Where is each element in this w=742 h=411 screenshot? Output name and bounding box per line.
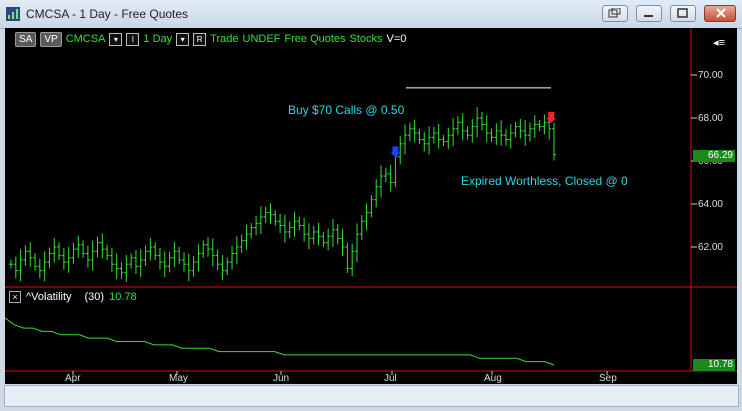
month-label-jul: Jul <box>384 373 397 384</box>
minimize-icon <box>644 15 653 17</box>
buy-annotation[interactable]: Buy $70 Calls @ 0.50 <box>288 103 404 117</box>
volatility-last-marker: 10.78 <box>693 359 735 371</box>
status-frame <box>4 385 739 407</box>
mode-label: Trade <box>210 33 239 45</box>
window-title: CMCSA - 1 Day - Free Quotes <box>26 7 189 21</box>
restore-button[interactable] <box>602 5 628 22</box>
expired-annotation[interactable]: Expired Worthless, Closed @ 0 <box>461 174 628 188</box>
month-label-sep: Sep <box>599 373 617 384</box>
month-label-jun: Jun <box>273 373 290 384</box>
price-label-68: 68.00 <box>697 113 723 124</box>
indicator-close-icon[interactable]: × <box>9 291 21 303</box>
title-bar: CMCSA - 1 Day - Free Quotes <box>0 0 742 29</box>
volatility-line <box>5 317 555 366</box>
sa-button[interactable]: SA <box>15 31 37 47</box>
minimize-button[interactable] <box>636 5 662 22</box>
price-label-70: 70.00 <box>697 70 723 81</box>
interval-label[interactable]: 1 Day <box>143 33 172 45</box>
period-button[interactable]: I <box>126 32 140 46</box>
interval-dropdown-icon[interactable]: ▾ <box>176 32 190 46</box>
price-label-62: 62.00 <box>697 242 723 253</box>
chart-area[interactable]: SA VP CMCSA ▾ I 1 Day ▾ R Trade UNDEF Fr… <box>5 28 737 384</box>
app-icon <box>6 7 20 21</box>
sell-arrow-icon <box>546 112 557 123</box>
indicator-header: × ^Volatility (30) 10.78 <box>9 291 137 303</box>
maximize-button[interactable] <box>670 5 696 22</box>
price-chart[interactable] <box>5 28 737 384</box>
type-label: Stocks <box>349 33 383 45</box>
indicator-value: 10.78 <box>109 291 137 303</box>
last-price-marker: 66.29 <box>693 150 735 162</box>
feed-label: Free Quotes <box>284 33 346 45</box>
indicator-name: ^Volatility <box>26 291 72 303</box>
symbol-dropdown-icon[interactable]: ▾ <box>109 32 123 46</box>
scroll-right-icon[interactable]: ◂≡ <box>713 36 725 49</box>
symbol-label[interactable]: CMCSA <box>66 33 106 45</box>
maximize-icon <box>677 8 688 18</box>
price-label-64: 64.00 <box>697 199 723 210</box>
month-label-may: May <box>169 373 188 384</box>
close-icon <box>716 8 726 18</box>
close-button[interactable] <box>704 5 736 22</box>
v-label: V=0 <box>386 33 407 45</box>
chart-toolbar: SA VP CMCSA ▾ I 1 Day ▾ R Trade UNDEF Fr… <box>15 31 406 47</box>
month-label-apr: Apr <box>65 373 81 384</box>
indicator-period: (30) <box>84 291 105 303</box>
account-label: UNDEF <box>242 33 281 45</box>
r-button[interactable]: R <box>193 32 207 46</box>
buy-arrow-icon <box>390 146 401 158</box>
vp-button[interactable]: VP <box>40 31 62 47</box>
month-label-aug: Aug <box>484 373 502 384</box>
status-bar <box>0 384 742 411</box>
restore-icon <box>608 8 621 18</box>
